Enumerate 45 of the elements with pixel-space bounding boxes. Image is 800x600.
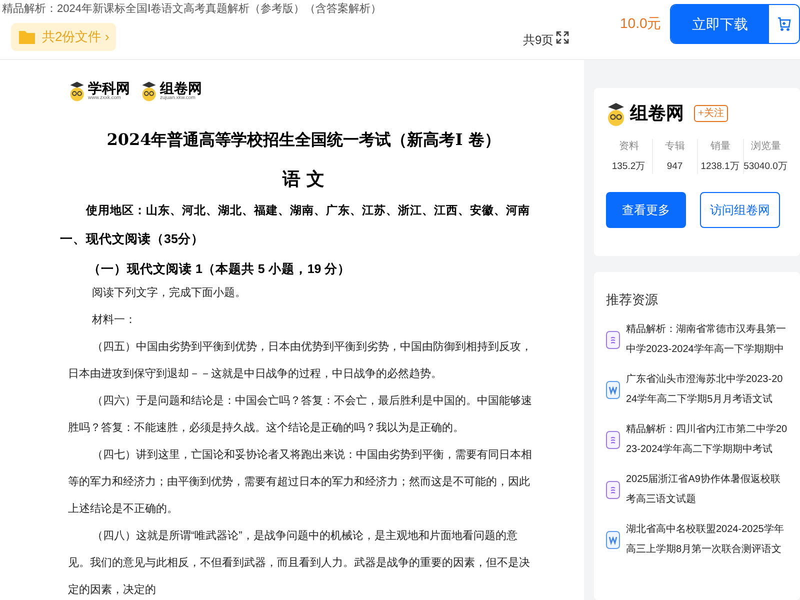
subsection-heading: （一）现代文阅读 1（本题共 5 小题，19 分） [87, 261, 352, 278]
stat-value: 53040.0万 [744, 160, 788, 174]
visit-site-button[interactable]: 访问组卷网 [700, 192, 780, 228]
stat-value: 1238.1万 [700, 160, 740, 174]
word-file-icon [606, 530, 620, 548]
stat-label: 专辑 [664, 140, 685, 154]
logo-text: 组卷网 [160, 81, 202, 95]
mascot-icon [68, 80, 86, 102]
folder-icon [18, 29, 36, 45]
stat-value: 135.2万 [612, 160, 646, 174]
resource-link[interactable]: 精品解析：湖南省常德市汉寿县第一中学2023-2024学年高一下学期期中 [626, 320, 788, 360]
resource-link[interactable]: 2025届浙江省A9协作体暑假返校联考高三语文试题 [626, 470, 788, 510]
mascot-icon [606, 100, 626, 126]
region-text: 使用地区：山东、河北、湖北、福建、湖南、广东、江苏、浙江、江西、安徽、河南 [84, 203, 530, 219]
resource-link[interactable]: 广东省汕头市澄海苏北中学2023-2024学年高二下学期5月月考语文试 [626, 370, 788, 410]
file-icon [606, 430, 620, 448]
cart-icon [777, 17, 791, 31]
section-heading: 一、现代文阅读（35分） [60, 231, 205, 248]
paragraph: 材料一： [91, 313, 137, 328]
paragraph: （四七）讲到这里，亡国论和妥协论者又将跑出来说：中国由劣势到平衡，需要有同日本相等的军力和经济力；由平衡到优势，需要有超过日本的军力和经济力；然而这是不可能的，因此上述结论是不正确的。 [68, 448, 533, 518]
recommended-heading: 推荐资源 [606, 291, 659, 309]
file-icon [606, 330, 620, 348]
stat-value: 947 [666, 160, 683, 174]
paragraph: （四六）于是问题和结论是：中国会亡吗？答复：不会亡，最后胜利是中国的。中国能够速胜吗？答复：不能速胜，必须是持久战。这个结论是正确的吗？我以为是正确的。 [68, 394, 533, 436]
price: 10.0元 [620, 14, 662, 33]
stat-label: 销量 [710, 140, 730, 154]
page-count: 共9页 [523, 32, 554, 49]
stat-label: 浏览量 [750, 140, 781, 154]
fullscreen-icon[interactable] [556, 31, 569, 44]
document-title: 精品解析：2024年新课标全国Ⅰ卷语文高考真题解析（参考版）（含答案解析） [2, 2, 382, 17]
mascot-icon [140, 80, 158, 102]
logo-text: 学科网 [88, 81, 130, 95]
download-button[interactable]: 立即下载 [671, 5, 769, 43]
see-more-button[interactable]: 查看更多 [606, 192, 686, 228]
paragraph: （四八）这就是所谓“唯武器论”，是战争问题中的机械论，是主观地和片面地看问题的意见。我们的意见与此相反，不但看到武器，而且看到人力。武器是战争的重要的因素，但不是决定的因素，决定的 [68, 528, 531, 598]
paragraph: 阅读下列文字，完成下面小题。 [91, 286, 247, 302]
stat-label: 资料 [618, 140, 639, 154]
paragraph: （四五）中国由劣势到平衡到优势，日本由优势到平衡到劣势，中国由防御到相持到反攻，日本由进攻到保守到退却－－这就是中日战争的过程，中日战争的必然趋势。 [68, 340, 533, 382]
subject-heading: 语 文 [281, 168, 326, 192]
file-icon [606, 480, 620, 498]
publisher-name: 组卷网 [630, 102, 684, 125]
resource-link[interactable]: 精品解析：四川省内江市第二中学2023-2024学年高二下学期期中考试 [626, 420, 788, 460]
exam-title: 2024年普通高等学校招生全国统一考试（新高考Ⅰ 卷） [106, 129, 502, 151]
resource-link[interactable]: 湖北省高中名校联盟2024-2025学年高三上学期8月第一次联合测评语文 [626, 520, 788, 560]
word-file-icon [606, 380, 620, 398]
